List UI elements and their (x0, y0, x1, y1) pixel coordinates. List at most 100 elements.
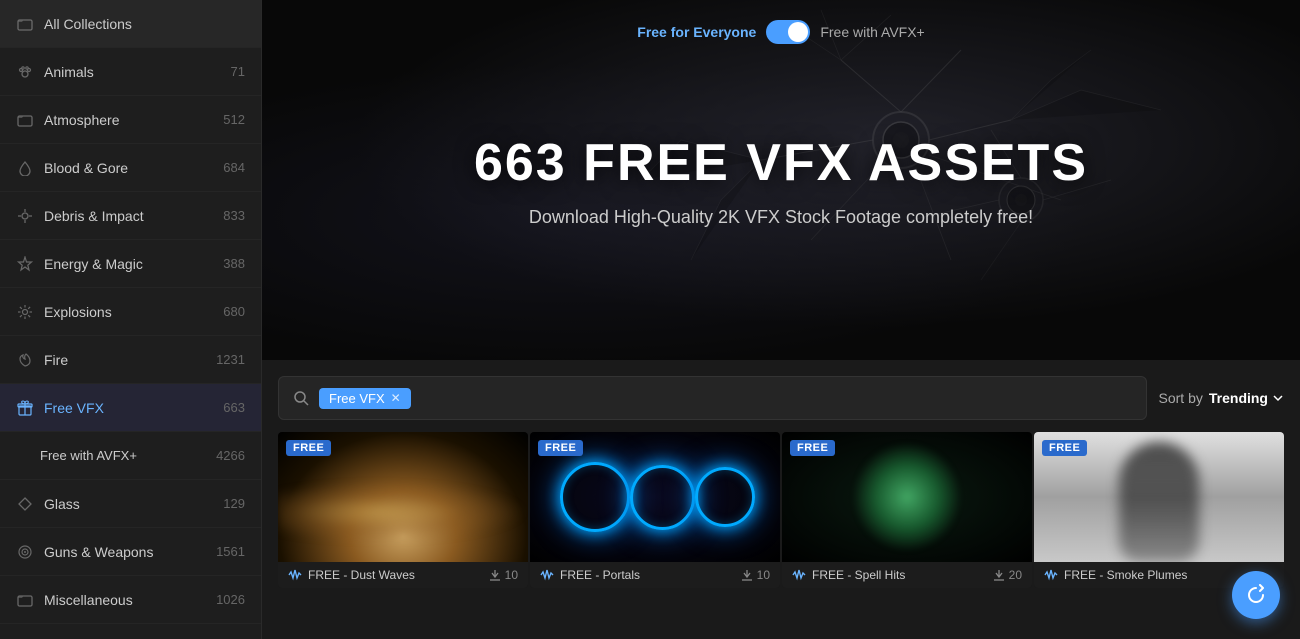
refresh-icon (1245, 584, 1267, 606)
target-icon (16, 543, 34, 561)
sidebar-item-blood-gore[interactable]: Blood & Gore 684 (0, 144, 261, 192)
sort-dropdown[interactable]: Trending (1209, 390, 1284, 406)
toggle-bar: Free for Everyone Free with AVFX+ (637, 20, 924, 44)
burst2-icon (16, 303, 34, 321)
sidebar-item-free-vfx[interactable]: Free VFX 663 (0, 384, 261, 432)
asset-name: FREE - Portals (560, 568, 735, 582)
filter-tag-label: Free VFX (329, 391, 385, 406)
search-icon (293, 390, 309, 406)
sidebar-item-atmosphere[interactable]: Atmosphere 512 (0, 96, 261, 144)
download-icon (993, 569, 1005, 581)
asset-thumbnail: FREE (530, 432, 780, 562)
sidebar-label-explosions: Explosions (44, 304, 213, 320)
sidebar-label-energy-magic: Energy & Magic (44, 256, 213, 272)
sidebar-count-debris-impact: 833 (223, 208, 245, 223)
sidebar-label-blood-gore: Blood & Gore (44, 160, 213, 176)
sidebar-count-blood-gore: 684 (223, 160, 245, 175)
asset-count: 20 (993, 568, 1022, 582)
sidebar-item-energy-magic[interactable]: Energy & Magic 388 (0, 240, 261, 288)
sidebar-count-glass: 129 (223, 496, 245, 511)
sidebar-label-glass: Glass (44, 496, 213, 512)
free-badge: FREE (790, 440, 835, 456)
hero-content: 663 FREE VFX ASSETS Download High-Qualit… (474, 133, 1088, 228)
sidebar-item-glass[interactable]: Glass 129 (0, 480, 261, 528)
hero-title: 663 FREE VFX ASSETS (474, 133, 1088, 193)
waveform-icon (288, 568, 302, 582)
sidebar-item-animals[interactable]: Animals 71 (0, 48, 261, 96)
asset-name: FREE - Dust Waves (308, 568, 483, 582)
folder-icon (16, 15, 34, 33)
hero-subtitle: Download High-Quality 2K VFX Stock Foota… (474, 207, 1088, 228)
sidebar-label-all-collections: All Collections (44, 16, 245, 32)
sidebar-item-guns-weapons[interactable]: Guns & Weapons 1561 (0, 528, 261, 576)
sidebar-label-animals: Animals (44, 64, 221, 80)
download-icon (741, 569, 753, 581)
burst-icon (16, 207, 34, 225)
asset-count: 10 (489, 568, 518, 582)
sort-value: Trending (1209, 390, 1268, 406)
sidebar-item-all-collections[interactable]: All Collections (0, 0, 261, 48)
sort-label: Sort by (1159, 390, 1203, 406)
toggle-knob (788, 22, 808, 42)
flame-icon (16, 351, 34, 369)
sidebar-count-animals: 71 (231, 64, 245, 79)
paw-icon (16, 63, 34, 81)
asset-card-dust-waves[interactable]: FREE FREE - Dust Waves 10 (278, 432, 528, 588)
sidebar-item-optics[interactable]: Optics 1026 (0, 624, 261, 639)
asset-card-smoke-plumes[interactable]: FREE FREE - Smoke Plumes (1034, 432, 1284, 588)
folder-icon (16, 111, 34, 129)
chevron-down-icon (1272, 392, 1284, 404)
free-badge: FREE (1042, 440, 1087, 456)
gift-icon (16, 399, 34, 417)
asset-card-spell-hits[interactable]: FREE FREE - Spell Hits 20 (782, 432, 1032, 588)
asset-thumbnail: FREE (1034, 432, 1284, 562)
diamond-icon (16, 495, 34, 513)
sidebar-count-guns-weapons: 1561 (216, 544, 245, 559)
active-filter-tag[interactable]: Free VFX ✕ (319, 388, 411, 409)
waveform-icon (1044, 568, 1058, 582)
search-sort-bar: Free VFX ✕ Sort by Trending (262, 360, 1300, 420)
sidebar-count-explosions: 680 (223, 304, 245, 319)
sidebar-count-atmosphere: 512 (223, 112, 245, 127)
remove-filter-icon[interactable]: ✕ (391, 391, 401, 405)
sidebar-label-guns-weapons: Guns & Weapons (44, 544, 206, 560)
asset-info: FREE - Dust Waves 10 (278, 562, 528, 588)
sidebar-label-atmosphere: Atmosphere (44, 112, 213, 128)
drop-icon (16, 159, 34, 177)
waveform-icon (540, 568, 554, 582)
sidebar: All Collections Animals 71 Atmosphere 51… (0, 0, 262, 639)
fab-button[interactable] (1232, 571, 1280, 619)
asset-thumbnail: FREE (278, 432, 528, 562)
asset-name: FREE - Spell Hits (812, 568, 987, 582)
sort-bar: Sort by Trending (1159, 390, 1284, 406)
sidebar-item-miscellaneous[interactable]: Miscellaneous 1026 (0, 576, 261, 624)
toggle-switch[interactable] (766, 20, 810, 44)
download-icon (489, 569, 501, 581)
folder-icon (16, 591, 34, 609)
asset-count: 10 (741, 568, 770, 582)
asset-info: FREE - Spell Hits 20 (782, 562, 1032, 588)
toggle-left-label[interactable]: Free for Everyone (637, 24, 756, 40)
asset-card-portals[interactable]: FREE FREE - Portals 10 (530, 432, 780, 588)
sidebar-label-miscellaneous: Miscellaneous (44, 592, 206, 608)
asset-thumbnail: FREE (782, 432, 1032, 562)
asset-grid: FREE FREE - Dust Waves 10 FREE (262, 420, 1300, 604)
hero-banner: Free for Everyone Free with AVFX+ 663 FR… (262, 0, 1300, 360)
sidebar-count-energy-magic: 388 (223, 256, 245, 271)
toggle-right-label[interactable]: Free with AVFX+ (820, 24, 924, 40)
free-badge: FREE (286, 440, 331, 456)
sidebar-count-free-vfx: 663 (223, 400, 245, 415)
search-bar[interactable]: Free VFX ✕ (278, 376, 1147, 420)
sidebar-item-free-avfx[interactable]: Free with AVFX+ 4266 (0, 432, 261, 480)
waveform-icon (792, 568, 806, 582)
sidebar-item-debris-impact[interactable]: Debris & Impact 833 (0, 192, 261, 240)
sidebar-item-fire[interactable]: Fire 1231 (0, 336, 261, 384)
sidebar-count-fire: 1231 (216, 352, 245, 367)
sidebar-item-explosions[interactable]: Explosions 680 (0, 288, 261, 336)
sidebar-label-free-vfx: Free VFX (44, 400, 213, 416)
free-badge: FREE (538, 440, 583, 456)
star-icon (16, 255, 34, 273)
sidebar-count-miscellaneous: 1026 (216, 592, 245, 607)
sidebar-label-free-avfx: Free with AVFX+ (40, 448, 206, 463)
asset-info: FREE - Portals 10 (530, 562, 780, 588)
